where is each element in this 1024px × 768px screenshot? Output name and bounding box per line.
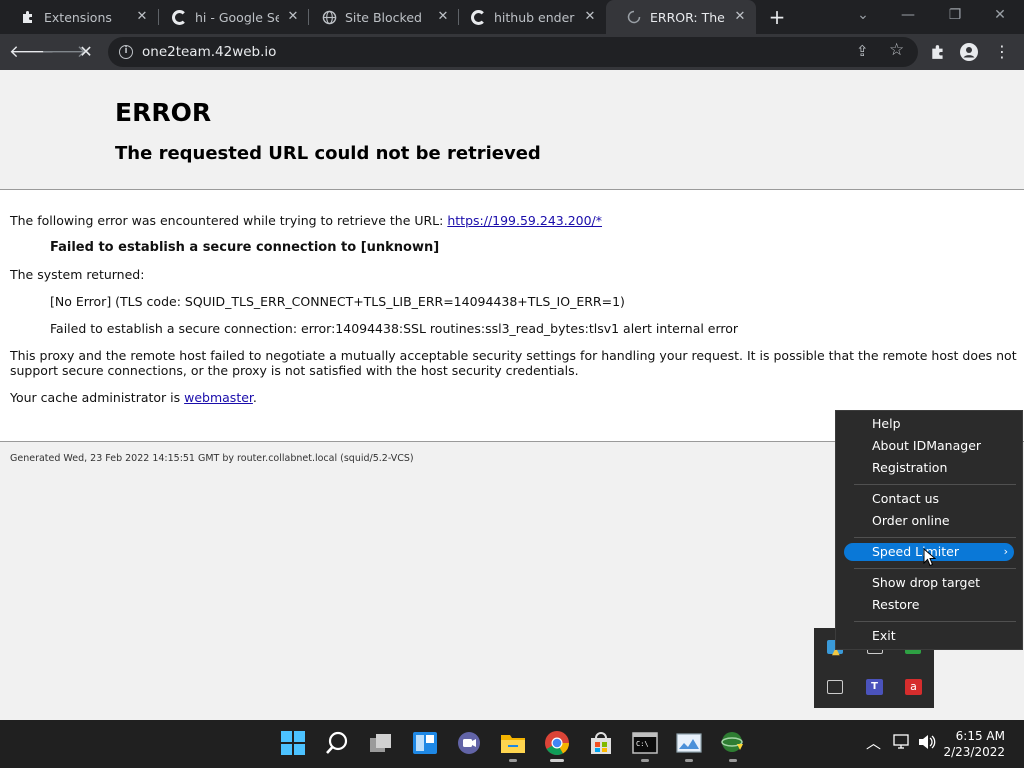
webmaster-link[interactable]: webmaster: [184, 390, 253, 405]
encountered-text: The following error was encountered whil…: [10, 213, 448, 228]
site-info-icon[interactable]: i: [119, 45, 133, 59]
menu-item-label: Speed Limiter: [872, 544, 959, 559]
explanation-line-2: support secure connections, or the proxy…: [10, 363, 579, 378]
address-bar[interactable]: i one2team.42web.io ⇪ ☆: [108, 37, 918, 67]
page-title: ERROR: [115, 98, 212, 127]
idm-icon[interactable]: [720, 730, 746, 762]
microsoft-store-icon[interactable]: [588, 730, 614, 756]
restore-icon[interactable]: ❐: [940, 4, 970, 26]
running-indicator: [641, 759, 649, 762]
stop-loading-icon[interactable]: ✕: [73, 39, 99, 65]
menu-item-registration[interactable]: Registration: [844, 459, 1014, 477]
globe-icon: [321, 9, 337, 25]
menu-item-help[interactable]: Help: [844, 415, 1014, 433]
system-returned-label: The system returned:: [10, 267, 145, 282]
running-indicator: [550, 759, 564, 762]
google-icon: [171, 9, 187, 25]
menu-item-about[interactable]: About IDManager: [844, 437, 1014, 455]
tab-hithub[interactable]: hithub ender m ✕: [450, 0, 606, 34]
loading-spinner-icon: [626, 9, 642, 25]
running-indicator: [509, 759, 517, 762]
tab-extensions[interactable]: Extensions ✕: [0, 0, 158, 34]
mouse-cursor-icon: [923, 548, 936, 567]
new-tab-button[interactable]: +: [766, 6, 788, 28]
error-message: Failed to establish a secure connection …: [50, 240, 440, 255]
tab-google-search[interactable]: hi - Google Search ✕: [151, 0, 309, 34]
network-icon[interactable]: [893, 734, 911, 754]
clock-time: 6:15 AM: [955, 729, 1005, 743]
taskbar: C:\ ︿ 6:15 AM 2/23/2022: [0, 720, 1024, 768]
tab-title: hi - Google Search: [195, 9, 279, 25]
tab-close-icon[interactable]: ✕: [435, 9, 451, 25]
menu-separator: [854, 568, 1016, 569]
acrobat-icon[interactable]: a: [905, 679, 922, 695]
menu-item-contact[interactable]: Contact us: [844, 490, 1014, 508]
error-header: ERROR The requested URL could not be ret…: [0, 70, 1024, 190]
running-indicator: [729, 759, 737, 762]
teams-icon[interactable]: T: [866, 679, 883, 695]
bookmark-star-icon[interactable]: ☆: [889, 40, 904, 60]
chrome-icon[interactable]: [544, 730, 570, 762]
clock-date: 2/23/2022: [943, 745, 1005, 759]
forward-icon[interactable]: 🡒: [41, 39, 87, 65]
back-icon[interactable]: 🡐: [9, 39, 55, 65]
menu-kebab-icon[interactable]: ⋮: [989, 39, 1015, 65]
menu-item-order-online[interactable]: Order online: [844, 512, 1014, 530]
menu-item-restore[interactable]: Restore: [844, 596, 1014, 614]
tab-title: hithub ender m: [494, 9, 576, 25]
idm-context-menu: Help About IDManager Registration Contac…: [835, 410, 1023, 650]
browser-toolbar: 🡐 🡒 ✕ i one2team.42web.io ⇪ ☆ ⋮: [0, 34, 1024, 70]
requested-url-link[interactable]: https://199.59.243.200/*: [447, 213, 602, 228]
submenu-arrow-icon: ›: [1003, 545, 1008, 558]
extensions-icon[interactable]: [925, 39, 951, 65]
cache-admin-line: Your cache administrator is webmaster.: [10, 390, 257, 405]
chat-icon[interactable]: [456, 730, 482, 756]
running-indicator: [685, 759, 693, 762]
menu-separator: [854, 621, 1016, 622]
terminal-icon[interactable]: C:\: [632, 730, 658, 762]
explanation-line-1: This proxy and the remote host failed to…: [10, 348, 1017, 363]
tab-strip: Extensions ✕ hi - Google Search ✕ Site B…: [0, 0, 1024, 34]
address-url: one2team.42web.io: [142, 44, 277, 60]
menu-item-show-drop-target[interactable]: Show drop target: [844, 574, 1014, 592]
file-explorer-icon[interactable]: [500, 730, 526, 762]
tab-title: ERROR: The requested URL could not be re…: [650, 9, 726, 25]
close-window-icon[interactable]: ✕: [985, 4, 1015, 26]
start-icon[interactable]: [280, 730, 306, 756]
tab-title: Site Blocked: [345, 9, 422, 25]
share-icon[interactable]: ⇪: [856, 42, 869, 60]
widgets-icon[interactable]: [412, 730, 438, 756]
system-detail-ssl: Failed to establish a secure connection:…: [50, 321, 739, 336]
svg-text:C:\: C:\: [636, 740, 649, 748]
tab-close-icon[interactable]: ✕: [285, 9, 301, 25]
tab-close-icon[interactable]: ✕: [582, 9, 598, 25]
tab-close-icon[interactable]: ✕: [134, 9, 150, 25]
tray-overflow-chevron-icon[interactable]: ︿: [866, 732, 881, 753]
task-view-icon[interactable]: [368, 730, 394, 756]
search-icon[interactable]: [324, 730, 350, 756]
menu-item-exit[interactable]: Exit: [844, 627, 1014, 645]
tab-search-icon[interactable]: ⌄: [848, 4, 878, 26]
tab-error-active[interactable]: ERROR: The requested URL could not be re…: [606, 0, 756, 34]
menu-separator: [854, 537, 1016, 538]
page-subtitle: The requested URL could not be retrieved: [115, 143, 541, 164]
profile-icon[interactable]: [956, 39, 982, 65]
google-icon: [470, 9, 486, 25]
tab-title: Extensions: [44, 9, 112, 25]
encountered-line: The following error was encountered whil…: [10, 213, 602, 228]
tab-close-icon[interactable]: ✕: [732, 9, 748, 25]
system-detail-tls: [No Error] (TLS code: SQUID_TLS_ERR_CONN…: [50, 294, 625, 309]
error-body: The following error was encountered whil…: [0, 190, 1024, 442]
cache-admin-suffix: .: [252, 390, 257, 405]
cache-admin-text: Your cache administrator is: [10, 390, 185, 405]
menu-separator: [854, 484, 1016, 485]
tab-site-blocked[interactable]: Site Blocked ✕: [301, 0, 459, 34]
tray-app-icon[interactable]: [827, 680, 843, 694]
generated-footer: Generated Wed, 23 Feb 2022 14:15:51 GMT …: [10, 453, 414, 464]
image-viewer-icon[interactable]: [676, 730, 702, 762]
system-clock[interactable]: 6:15 AM 2/23/2022: [943, 728, 1005, 760]
volume-icon[interactable]: [918, 734, 936, 754]
minimize-icon[interactable]: —: [893, 4, 923, 26]
puzzle-icon: [20, 9, 36, 25]
